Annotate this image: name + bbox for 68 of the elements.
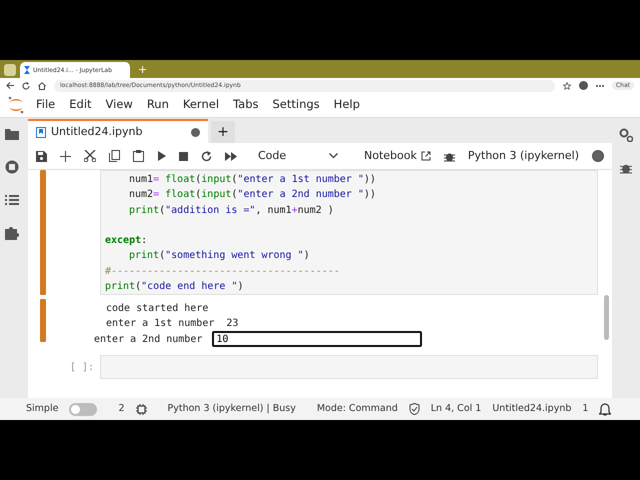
menu-item[interactable]: Settings — [272, 96, 320, 114]
output-line: enter a 1st number 23 — [105, 317, 240, 332]
menu-item[interactable]: Help — [334, 96, 360, 114]
bug-icon[interactable] — [444, 150, 455, 162]
stop-circle-icon[interactable] — [5, 160, 19, 174]
paste-icon[interactable] — [133, 150, 144, 162]
reload-icon[interactable] — [22, 82, 30, 90]
fast-forward-icon[interactable] — [225, 152, 237, 160]
list-icon[interactable] — [5, 194, 19, 206]
folder-icon[interactable] — [5, 128, 19, 140]
save-icon[interactable] — [36, 150, 47, 162]
notebook-tab[interactable]: Untitled24.ipynb — [28, 119, 208, 143]
stop-icon[interactable] — [179, 152, 188, 160]
new-tab-button[interactable]: + — [134, 62, 148, 78]
cut-icon[interactable] — [84, 150, 96, 162]
code-editor[interactable] — [100, 170, 598, 296]
cell-type-dropdown[interactable]: Code — [258, 148, 338, 164]
code-line: #-------------------------------------- — [105, 264, 341, 279]
notification-count[interactable]: 1 — [582, 402, 588, 416]
tab-list-icon[interactable] — [4, 64, 16, 76]
mode-status: Mode: Command — [316, 402, 398, 416]
cursor-position[interactable]: Ln 4, Col 1 — [430, 402, 482, 416]
file-name: Untitled24.ipynb — [492, 402, 572, 416]
home-icon[interactable] — [38, 82, 46, 90]
bell-icon[interactable] — [599, 402, 612, 416]
copy-icon[interactable] — [109, 150, 120, 162]
simple-label: Simple — [26, 402, 58, 416]
restart-icon[interactable] — [201, 150, 212, 162]
menu-item[interactable]: View — [106, 96, 133, 114]
run-icon[interactable] — [157, 151, 166, 161]
kernel-name[interactable]: Python 3 (ipykernel) — [468, 148, 579, 164]
menu-item[interactable]: Edit — [69, 96, 92, 114]
empty-code-cell[interactable] — [100, 355, 598, 380]
puzzle-icon[interactable] — [5, 226, 19, 240]
chevron-down-icon — [329, 153, 338, 159]
notebook-icon — [36, 126, 46, 138]
notebook-link[interactable]: Notebook — [364, 148, 417, 164]
external-link-icon[interactable] — [420, 151, 431, 161]
terminal-count[interactable]: 2 — [118, 402, 124, 416]
jupyter-logo-icon — [8, 96, 24, 114]
gears-icon[interactable] — [618, 128, 633, 142]
code-line: except: — [105, 234, 148, 248]
profile-avatar[interactable] — [578, 81, 588, 90]
menu-item[interactable]: Tabs — [233, 96, 258, 114]
add-tab-button[interactable]: + — [211, 121, 235, 143]
menu-item[interactable]: File — [36, 96, 56, 114]
input-prompt: enter a 2nd number — [94, 332, 204, 347]
menu-item[interactable]: Kernel — [182, 96, 220, 114]
back-icon[interactable] — [6, 82, 14, 89]
input-field[interactable]: 10 — [212, 331, 422, 348]
bug-icon[interactable] — [620, 162, 632, 174]
simple-toggle[interactable] — [69, 402, 98, 416]
code-line: num1= float(input("enter a 1st number ")) — [128, 173, 377, 187]
hourglass-icon — [24, 66, 30, 74]
code-line: print("code end here ") — [105, 280, 244, 294]
unsaved-dot[interactable] — [191, 128, 200, 136]
code-line: print("something went wrong ") — [128, 249, 311, 264]
kernel-status[interactable]: Python 3 (ipykernel) | Busy — [168, 402, 296, 416]
tab-title: Untitled24.ipynb — [51, 124, 144, 140]
add-icon[interactable] — [60, 150, 71, 162]
output-line: code started here — [105, 302, 210, 316]
code-line: print("addition is =", num1+num2 ) — [128, 204, 335, 218]
menu-item[interactable]: Run — [146, 96, 169, 114]
chip-icon[interactable] — [136, 404, 146, 414]
code-line: num2= float(input("enter a 2nd number ")) — [128, 188, 377, 202]
shield-icon[interactable] — [408, 403, 420, 415]
star-icon[interactable] — [562, 82, 571, 90]
cell-prompt: [ ]: — [68, 360, 95, 375]
